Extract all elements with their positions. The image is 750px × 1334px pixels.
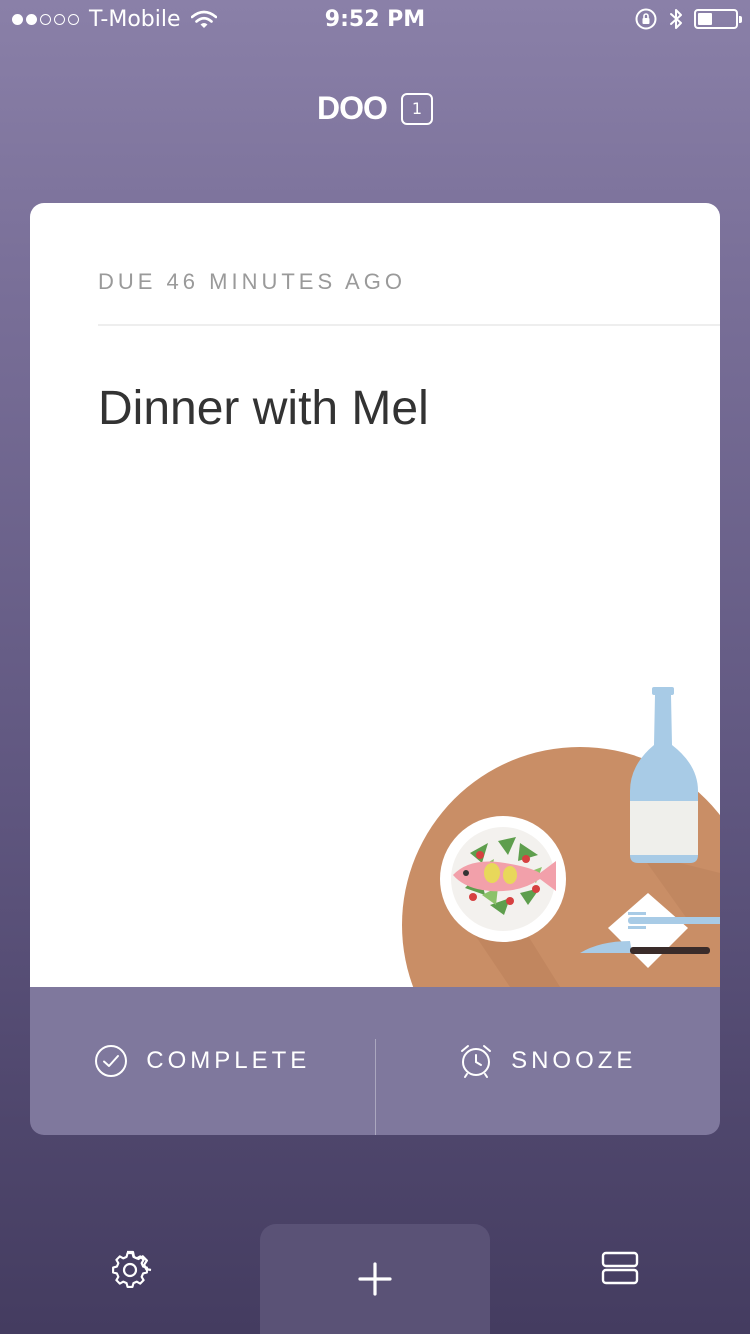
card-actions: COMPLETE SNOOZE bbox=[30, 987, 720, 1135]
gear-icon[interactable] bbox=[108, 1248, 152, 1292]
battery-icon bbox=[694, 9, 742, 29]
complete-label: COMPLETE bbox=[146, 1047, 311, 1074]
complete-button[interactable]: COMPLETE bbox=[30, 987, 375, 1135]
app-logo: DOO bbox=[317, 90, 388, 126]
check-circle-icon bbox=[95, 1045, 128, 1077]
snooze-button[interactable]: SNOOZE bbox=[376, 987, 721, 1135]
task-card-body[interactable]: DUE 46 MINUTES AGO Dinner with Mel bbox=[30, 203, 720, 987]
task-title: Dinner with Mel bbox=[98, 382, 429, 435]
dinner-illustration bbox=[402, 687, 720, 987]
app-header: DOO 1 bbox=[0, 90, 750, 127]
snooze-label: SNOOZE bbox=[511, 1047, 637, 1074]
rotation-lock-icon bbox=[635, 8, 657, 30]
task-count-badge: 1 bbox=[400, 92, 433, 125]
bottom-toolbar bbox=[0, 1224, 750, 1334]
card-divider bbox=[98, 324, 720, 326]
status-right bbox=[634, 7, 742, 31]
bluetooth-icon bbox=[670, 9, 682, 29]
plus-icon bbox=[358, 1262, 392, 1296]
status-bar: T-Mobile 9:52 PM bbox=[0, 0, 750, 40]
alarm-clock-icon bbox=[461, 1045, 492, 1078]
add-task-button[interactable] bbox=[260, 1224, 490, 1334]
due-label: DUE 46 MINUTES AGO bbox=[98, 269, 406, 294]
battery-level bbox=[698, 13, 713, 25]
list-icon[interactable] bbox=[600, 1248, 640, 1288]
task-card[interactable]: DUE 46 MINUTES AGO Dinner with Mel COMPL… bbox=[30, 203, 720, 1135]
